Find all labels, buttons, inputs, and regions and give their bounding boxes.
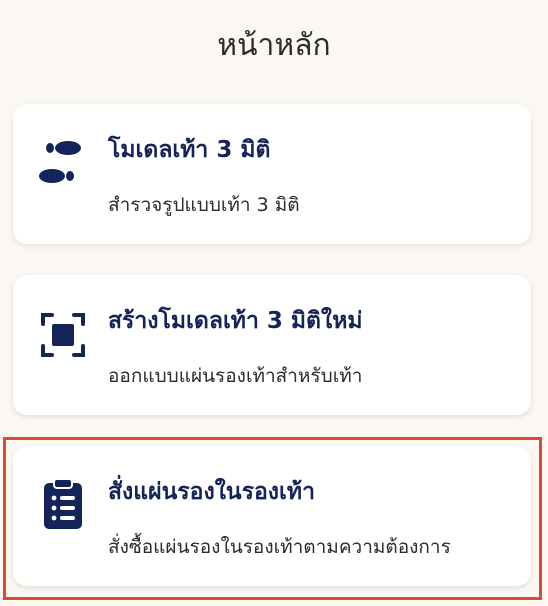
card-order-insoles[interactable]: สั่งแผ่นรองในรองเท้า สั่งซื้อแผ่นรองในรอ… — [13, 446, 531, 586]
card-create-foot-model[interactable]: สร้างโมเดลเท้า 3 มิติใหม่ ออกแบบแผ่นรองเ… — [13, 275, 531, 415]
card-subtitle: สำรวจรูปแบบเท้า 3 มิติ — [108, 194, 300, 216]
card-title: สร้างโมเดลเท้า 3 มิติใหม่ — [108, 308, 363, 334]
clipboard-list-icon — [35, 476, 91, 532]
page-title: หน้าหลัก — [217, 28, 331, 63]
card-subtitle: สั่งซื้อแผ่นรองในรองเท้าตามความต้องการ — [108, 536, 451, 558]
footprints-icon — [35, 132, 91, 188]
card-title: สั่งแผ่นรองในรองเท้า — [108, 479, 315, 505]
card-subtitle: ออกแบบแผ่นรองเท้าสำหรับเท้า — [108, 365, 363, 387]
scan-frame-icon — [35, 307, 91, 363]
card-3d-foot-model[interactable]: โมเดลเท้า 3 มิติ สำรวจรูปแบบเท้า 3 มิติ — [13, 104, 531, 244]
card-title: โมเดลเท้า 3 มิติ — [108, 137, 271, 163]
